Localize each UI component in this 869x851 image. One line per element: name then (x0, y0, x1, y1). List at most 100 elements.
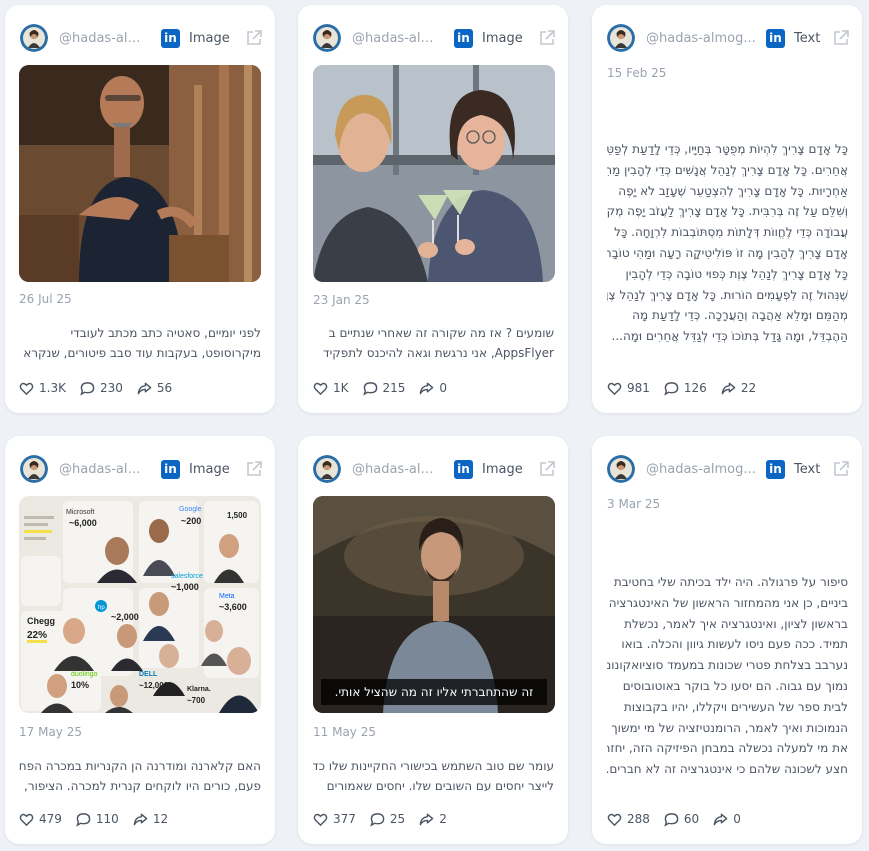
avatar (607, 24, 635, 52)
shares-stat: 12 (133, 812, 168, 827)
logo-meta: Meta (219, 593, 235, 600)
avatar (313, 24, 341, 52)
count-klarna: ~700 (187, 696, 206, 705)
post-type: Image (482, 461, 523, 477)
post-stats: 981 126 22 (607, 379, 770, 397)
author-handle[interactable]: @hadas-almog... (646, 462, 756, 477)
count-google: ~200 (181, 516, 201, 526)
comment-icon (80, 381, 95, 396)
count-meta: ~3,600 (219, 602, 247, 612)
author-handle[interactable]: @hadas-almog... (646, 31, 756, 46)
linkedin-icon: in (161, 28, 180, 48)
external-link-icon[interactable] (832, 460, 850, 478)
count-chegg: 22% (27, 630, 47, 641)
post-type: Image (189, 461, 230, 477)
count-microsoft: ~6,000 (69, 518, 97, 528)
avatar (20, 24, 48, 52)
likes-stat: 479 (19, 812, 62, 827)
shares-stat: 0 (713, 812, 741, 827)
linkedin-icon: in (454, 459, 473, 479)
post-stats: 479 110 12 (19, 810, 182, 828)
video-caption: זה שהתחברתי אליו זה מה שהציל אותי. (321, 679, 547, 705)
linkedin-icon: in (766, 459, 785, 479)
logo-hp: hp (98, 605, 105, 611)
post-body: סיפור על פרגולה. היה ילד בכיתה שלי בחטיב… (607, 575, 848, 777)
post-image[interactable]: Microsoft ~6,000 Google ~200 1,500 sales… (19, 496, 261, 713)
linkedin-icon: in (454, 28, 473, 48)
share-icon (137, 382, 152, 394)
likes-stat: 377 (313, 812, 356, 827)
heart-icon (607, 813, 622, 826)
external-link-icon[interactable] (538, 29, 556, 47)
avatar (607, 455, 635, 483)
author-handle[interactable]: @hadas-alm... (352, 462, 444, 477)
shares-stat: 56 (137, 381, 172, 396)
heart-icon (19, 382, 34, 395)
post-video-frame[interactable]: זה שהתחברתי אליו זה מה שהציל אותי. (313, 496, 555, 713)
heart-icon (607, 382, 622, 395)
heart-icon (313, 382, 328, 395)
comments-stat: 230 (80, 381, 123, 396)
author-handle[interactable]: @hadas-alm... (59, 462, 151, 477)
comments-stat: 110 (76, 812, 119, 827)
comments-stat: 215 (362, 381, 405, 396)
linkedin-icon: in (766, 28, 785, 48)
logo-chegg: Chegg (27, 616, 55, 626)
heart-icon (19, 813, 34, 826)
post-card-1[interactable]: @hadas-alm... in Image 26 Jul 25 לפני יו… (5, 5, 275, 413)
post-type: Text (794, 30, 821, 46)
post-card-2[interactable]: @hadas-alm... in Image 23 Jan 25 שומעים … (298, 5, 568, 413)
count-aws: 1,500 (227, 511, 248, 520)
avatar (313, 455, 341, 483)
post-card-6[interactable]: @hadas-almog... in Text 3 Mar 25 סיפור ע… (592, 436, 862, 844)
card-header: @hadas-almog... in Text (607, 451, 850, 487)
share-icon (419, 813, 434, 825)
post-excerpt: עומר שם טוב השתמש בכישורי החקיינות שלו כ… (313, 759, 554, 793)
post-stats: 377 25 2 (313, 810, 461, 828)
external-link-icon[interactable] (245, 29, 263, 47)
card-header: @hadas-almog... in Text (607, 20, 850, 56)
post-date: 23 Jan 25 (313, 293, 370, 307)
card-header: @hadas-alm... in Image (313, 20, 556, 56)
post-stats: 1K 215 0 (313, 379, 461, 397)
post-excerpt: האם קלארנה ומודרנה הן הקנריות במכרה הפחם… (19, 759, 261, 793)
post-date: 11 May 25 (313, 725, 376, 739)
external-link-icon[interactable] (832, 29, 850, 47)
logo-klarna: Klarna. (187, 686, 211, 693)
count-duolingo: 10% (71, 680, 89, 690)
author-handle[interactable]: @hadas-alm... (352, 31, 444, 46)
post-excerpt: לפני יומיים, סאטיה כתב מכתב לעובדי מיקרו… (19, 326, 261, 360)
post-image[interactable] (19, 65, 261, 282)
avatar (20, 455, 48, 483)
shares-stat: 0 (419, 381, 447, 396)
card-header: @hadas-alm... in Image (313, 451, 556, 487)
logo-dell: DELL (139, 671, 158, 678)
shares-stat: 2 (419, 812, 447, 827)
post-date: 17 May 25 (19, 725, 82, 739)
post-date: 15 Feb 25 (607, 66, 667, 80)
post-stats: 1.3K 230 56 (19, 379, 186, 397)
count-hp: ~2,000 (111, 612, 139, 622)
logo-google: Google (179, 506, 202, 513)
post-date: 26 Jul 25 (19, 292, 72, 306)
linkedin-icon: in (161, 459, 180, 479)
post-card-4[interactable]: @hadas-alm... in Image Microsoft ~6,000 … (5, 436, 275, 844)
external-link-icon[interactable] (538, 460, 556, 478)
post-image[interactable] (313, 65, 555, 282)
external-link-icon[interactable] (245, 460, 263, 478)
share-icon (420, 382, 434, 394)
share-icon (721, 382, 736, 394)
logo-microsoft: Microsoft (66, 509, 94, 516)
post-card-5[interactable]: @hadas-alm... in Image זה שהתחברתי אליו … (298, 436, 568, 844)
comment-icon (76, 812, 91, 827)
likes-stat: 981 (607, 381, 650, 396)
likes-stat: 1.3K (19, 381, 66, 396)
author-handle[interactable]: @hadas-alm... (59, 31, 151, 46)
share-icon (133, 813, 148, 825)
post-type: Image (482, 30, 523, 46)
post-excerpt: שומעים ? אז מה שקורה זה שאחרי שנתיים ב A… (323, 326, 554, 360)
comment-icon (362, 381, 377, 396)
card-header: @hadas-alm... in Image (20, 451, 263, 487)
shares-stat: 22 (721, 381, 756, 396)
post-card-3[interactable]: @hadas-almog... in Text 15 Feb 25 כָּל א… (592, 5, 862, 413)
